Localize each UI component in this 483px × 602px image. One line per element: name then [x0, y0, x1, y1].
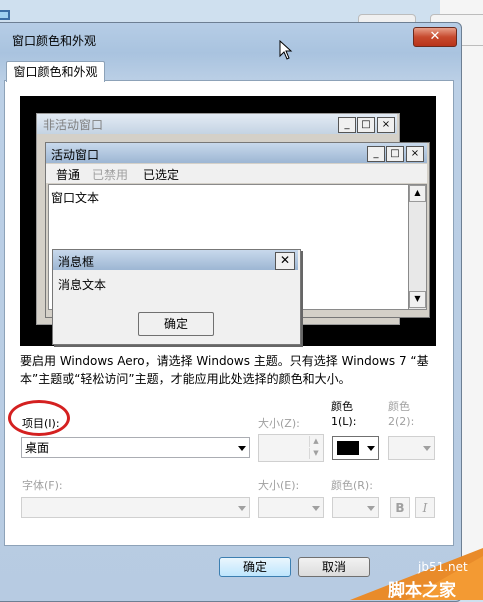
- chevron-down-icon: [312, 506, 320, 511]
- ok-button[interactable]: 确定: [219, 557, 291, 577]
- color2-picker[interactable]: [388, 436, 435, 460]
- mouse-cursor-icon: [279, 40, 293, 60]
- watermark-site: jb51.net: [418, 560, 468, 574]
- bold-toggle[interactable]: B: [390, 497, 410, 518]
- color1-label: 1(L):: [331, 415, 357, 428]
- tab-window-color[interactable]: 窗口颜色和外观: [6, 61, 105, 82]
- chevron-down-icon: [367, 506, 375, 511]
- color1-label: 颜色: [331, 400, 353, 413]
- font-size-select[interactable]: [258, 497, 324, 518]
- italic-toggle[interactable]: I: [415, 497, 435, 518]
- font-select[interactable]: [21, 497, 250, 518]
- font-color-picker[interactable]: [332, 497, 379, 518]
- spin-up-icon[interactable]: ▲: [309, 436, 322, 447]
- inactive-window-title: 非活动窗口: [43, 118, 104, 132]
- maximize-icon: □: [386, 146, 404, 162]
- size-label: 大小(Z):: [258, 417, 300, 430]
- font-color-label: 颜色(R):: [331, 479, 373, 492]
- close-icon: ×: [406, 146, 424, 162]
- spin-down-icon[interactable]: ▼: [309, 448, 322, 459]
- watermark-name: 脚本之家: [388, 581, 456, 601]
- message-ok-button[interactable]: 确定: [138, 312, 214, 336]
- chevron-down-icon: [423, 446, 431, 451]
- font-size-label: 大小(E):: [258, 479, 300, 492]
- scroll-up-icon[interactable]: ▲: [409, 185, 426, 202]
- highlight-circle: [8, 400, 70, 436]
- maximize-icon: □: [357, 117, 375, 133]
- font-label: 字体(F):: [22, 479, 63, 492]
- menu-item-selected[interactable]: 已选定: [143, 166, 179, 183]
- minimize-icon: _: [338, 117, 356, 133]
- window-close-button[interactable]: ✕: [413, 27, 457, 47]
- window-text: 窗口文本: [51, 191, 100, 205]
- menu-item-normal[interactable]: 普通: [56, 166, 80, 183]
- close-icon: ✕: [275, 252, 295, 270]
- color1-picker[interactable]: [332, 436, 379, 460]
- color2-label: 颜色: [388, 400, 410, 413]
- chevron-down-icon: [238, 506, 246, 511]
- close-icon: ×: [377, 117, 395, 133]
- size-spinner[interactable]: ▲ ▼: [258, 434, 324, 462]
- color2-label: 2(2):: [388, 415, 415, 428]
- aero-description: 要启用 Windows Aero，请选择 Windows 主题。只有选择 Win…: [20, 354, 429, 386]
- scroll-down-icon[interactable]: ▼: [409, 291, 426, 308]
- chevron-down-icon: [238, 446, 246, 451]
- item-select[interactable]: 桌面: [21, 437, 250, 458]
- active-window-title: 活动窗口: [51, 148, 100, 162]
- message-text: 消息文本: [58, 278, 107, 292]
- chevron-down-icon: [367, 446, 375, 451]
- window-title: 窗口颜色和外观: [12, 34, 97, 48]
- app-icon: [0, 10, 10, 20]
- message-box-title: 消息框: [58, 255, 95, 269]
- menu-item-disabled[interactable]: 已禁用: [92, 166, 128, 183]
- item-select-value: 桌面: [25, 441, 50, 455]
- minimize-icon: _: [367, 146, 385, 162]
- color1-swatch: [337, 441, 359, 455]
